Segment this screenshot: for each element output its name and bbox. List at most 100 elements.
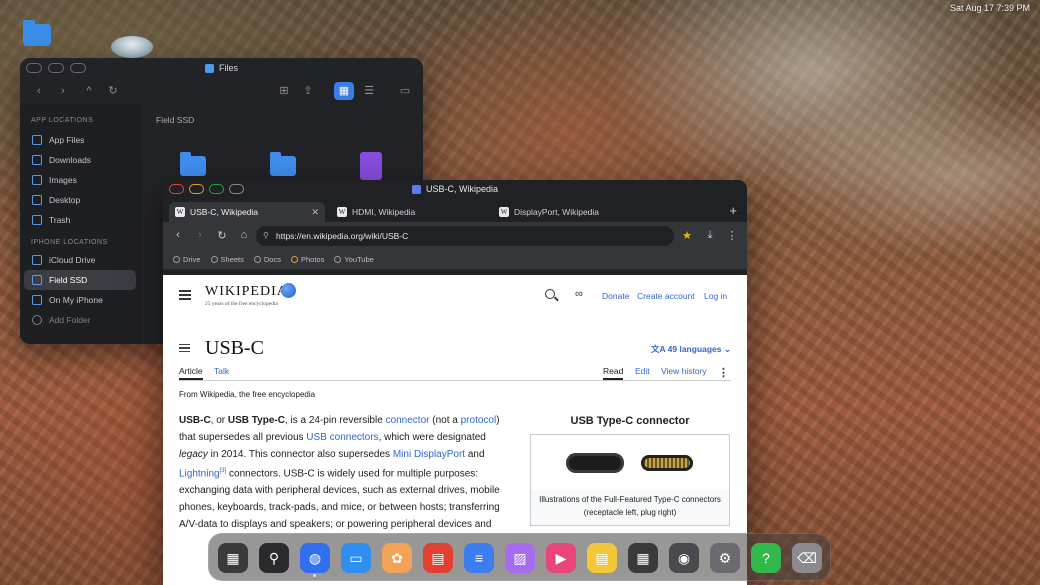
- appearance-icon[interactable]: ∞: [575, 288, 583, 300]
- add-folder-button[interactable]: Add Folder: [24, 310, 136, 330]
- wikipedia-logo[interactable]: WIKIPEDIA: [205, 284, 288, 300]
- close-button[interactable]: [26, 63, 42, 73]
- language-button[interactable]: 文A 49 languages ⌄: [651, 343, 731, 355]
- camera-app-icon[interactable]: ◉: [669, 543, 699, 573]
- image-file-icon[interactable]: [360, 152, 382, 180]
- sidebar-section-iphone: IPHONE LOCATIONS: [31, 239, 108, 246]
- tab-label: USB-C, Wikipedia: [190, 207, 259, 217]
- menu-icon[interactable]: ⋮: [725, 229, 739, 242]
- bookmark-drive[interactable]: Drive: [173, 255, 201, 264]
- sidebar-item-icloud[interactable]: iCloud Drive: [24, 250, 136, 270]
- photos-app-icon[interactable]: ✿: [382, 543, 412, 573]
- sidebar-item-images[interactable]: Images: [24, 170, 136, 190]
- forward-icon[interactable]: ›: [56, 84, 70, 98]
- link-usb-connectors[interactable]: USB connectors: [306, 432, 378, 443]
- list-view-icon[interactable]: ☰: [362, 84, 376, 98]
- docs-app-icon[interactable]: ≡: [464, 543, 494, 573]
- new-tab-icon[interactable]: +: [729, 203, 737, 218]
- download-icon[interactable]: ⤓: [703, 229, 717, 242]
- menu-bar-clock: Sat Aug 17 7:39 PM: [949, 3, 1030, 13]
- sidebar-toggle-icon[interactable]: ▭: [398, 84, 412, 98]
- link-connector[interactable]: connector: [386, 415, 430, 426]
- notes-app-icon[interactable]: ▤: [587, 543, 617, 573]
- grid-view-icon[interactable]: ▦: [334, 82, 354, 100]
- tab-hdmi[interactable]: W HDMI, Wikipedia: [331, 202, 487, 222]
- link-lightning[interactable]: Lightning: [179, 468, 220, 479]
- help-app-icon[interactable]: ?: [751, 543, 781, 573]
- bookmark-youtube[interactable]: YouTube: [334, 255, 374, 264]
- back-icon[interactable]: ‹: [32, 84, 46, 98]
- split-view-button[interactable]: [229, 184, 244, 194]
- tab-displayport[interactable]: W DisplayPort, Wikipedia: [493, 202, 649, 222]
- tab-view-history[interactable]: View history: [661, 366, 707, 376]
- main-menu-icon[interactable]: [179, 290, 191, 300]
- refresh-icon[interactable]: ↻: [106, 84, 120, 98]
- phone-icon: [32, 295, 42, 305]
- launchpad-app-icon[interactable]: ▦: [218, 543, 248, 573]
- tab-article[interactable]: Article: [179, 366, 203, 380]
- bookmark-star-icon[interactable]: ★: [680, 229, 694, 242]
- new-folder-icon[interactable]: ⊞: [277, 84, 291, 98]
- share-icon[interactable]: ⇪: [301, 84, 315, 98]
- login-link[interactable]: Log in: [704, 291, 727, 301]
- sidebar-item-desktop[interactable]: Desktop: [24, 190, 136, 210]
- folder-icon[interactable]: [270, 152, 296, 176]
- tab-read[interactable]: Read: [603, 366, 624, 380]
- settings-app-icon[interactable]: ⚙: [710, 543, 740, 573]
- address-bar[interactable]: ⚲ https://en.wikipedia.org/wiki/USB-C: [256, 226, 674, 246]
- sidebar-item-trash[interactable]: Trash: [24, 210, 136, 230]
- tab-edit[interactable]: Edit: [635, 366, 650, 376]
- folder-icon[interactable]: [180, 152, 206, 176]
- tab-usb-c[interactable]: W USB-C, Wikipedia ✕: [169, 202, 325, 222]
- files-window-controls: [26, 63, 86, 73]
- gallery-app-icon[interactable]: ▨: [505, 543, 535, 573]
- pdf-app-icon[interactable]: ▤: [423, 543, 453, 573]
- browser-window: USB-C, Wikipedia W USB-C, Wikipedia ✕ W …: [163, 180, 747, 585]
- home-icon[interactable]: ⌂: [237, 229, 251, 241]
- globe-icon: [253, 256, 261, 263]
- browser-titlebar: USB-C, Wikipedia: [163, 180, 747, 198]
- sidebar-item-app-files[interactable]: App Files: [24, 130, 136, 150]
- site-info-icon[interactable]: ⚲: [263, 226, 269, 246]
- calculator-app-icon[interactable]: ▦: [628, 543, 658, 573]
- more-options-icon[interactable]: ⋮: [718, 366, 729, 379]
- sidebar-item-on-my-iphone[interactable]: On My iPhone: [24, 290, 136, 310]
- search-icon[interactable]: [545, 289, 555, 299]
- desktop-disk-icon[interactable]: [111, 36, 153, 58]
- bookmark-photos[interactable]: Photos: [290, 255, 324, 264]
- files-app-icon[interactable]: ▭: [341, 543, 371, 573]
- maximize-button[interactable]: [70, 63, 86, 73]
- bookmark-sheets[interactable]: Sheets: [210, 255, 244, 264]
- close-button[interactable]: [169, 184, 184, 194]
- link-mini-displayport[interactable]: Mini DisplayPort: [393, 449, 465, 460]
- close-tab-icon[interactable]: ✕: [311, 207, 319, 218]
- minimize-button[interactable]: [48, 63, 64, 73]
- minimize-button[interactable]: [189, 184, 204, 194]
- globe-icon: [334, 256, 342, 263]
- sidebar-item-downloads[interactable]: Downloads: [24, 150, 136, 170]
- link-protocol[interactable]: protocol: [461, 415, 497, 426]
- forward-icon[interactable]: ›: [193, 229, 207, 241]
- desktop-icon: [32, 195, 42, 205]
- wikipedia-tagline: 25 years of the free encyclopedia: [205, 301, 278, 307]
- finder-search-app-icon[interactable]: ⚲: [259, 543, 289, 573]
- video-app-icon[interactable]: ▶: [546, 543, 576, 573]
- infobox-image[interactable]: [531, 435, 729, 490]
- site-sub: From Wikipedia, the free encyclopedia: [179, 390, 316, 399]
- article-tabs: Article Talk Read Edit View history ⋮: [179, 364, 731, 381]
- up-icon[interactable]: ^: [82, 84, 96, 98]
- table-of-contents-icon[interactable]: [179, 344, 190, 352]
- back-icon[interactable]: ‹: [171, 229, 185, 241]
- trash-app-icon[interactable]: ⌫: [792, 543, 822, 573]
- tab-talk[interactable]: Talk: [214, 366, 229, 376]
- bookmark-docs[interactable]: Docs: [253, 255, 281, 264]
- browser-app-icon[interactable]: ◍: [300, 543, 330, 573]
- donate-link[interactable]: Donate: [602, 291, 629, 301]
- page-title: USB-C: [205, 337, 264, 359]
- reload-icon[interactable]: ↻: [215, 229, 229, 242]
- create-account-link[interactable]: Create account: [637, 291, 695, 301]
- desktop-folder-icon[interactable]: [23, 20, 51, 46]
- maximize-button[interactable]: [209, 184, 224, 194]
- files-app-icon: [204, 63, 214, 73]
- sidebar-item-field-ssd[interactable]: Field SSD: [24, 270, 136, 290]
